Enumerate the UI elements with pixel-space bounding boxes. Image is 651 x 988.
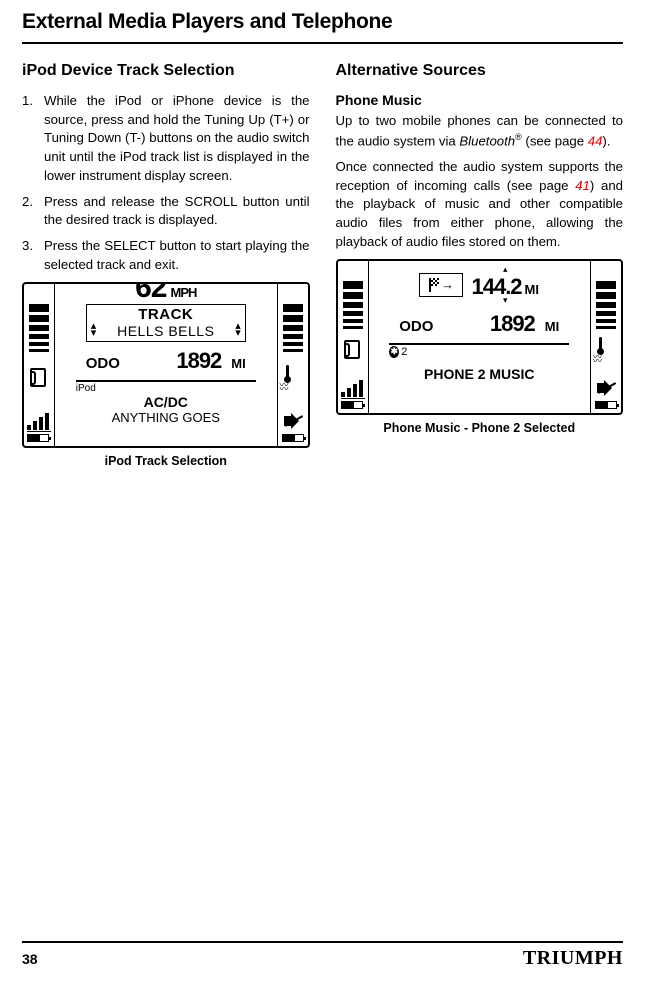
bluetooth-icon: ✱ [389, 346, 399, 358]
divider-2 [389, 343, 569, 345]
phone-source-label: PHONE 2 MUSIC [424, 366, 534, 382]
page-ref-41: 41 [575, 178, 590, 193]
temp-icon-2: 〰〰 [596, 343, 616, 361]
left-column: iPod Device Track Selection While the iP… [22, 62, 310, 468]
phone-music-heading: Phone Music [336, 92, 624, 108]
odo-row-2: ODO 1892 MI [399, 311, 559, 337]
odo-value: 1892 [176, 348, 221, 374]
page-ref-44: 44 [588, 133, 603, 148]
caret-down-icon: ▾ [503, 296, 508, 304]
track-label: TRACK [87, 306, 245, 323]
speed-value: 62 [135, 282, 166, 301]
source-label: iPod [76, 383, 256, 394]
step-1: While the iPod or iPhone device is the s… [22, 92, 310, 186]
track-name: HELLS BELLS [87, 323, 245, 339]
temp-icon: 〰〰 [283, 371, 303, 389]
fuel-icon [29, 372, 49, 390]
figure-ipod-track: 62 MPH ▴▾ ▴▾ TRACK HELLS BELLS ODO 1892 … [22, 282, 310, 468]
updown-left-icon: ▴▾ [91, 323, 97, 337]
registered-mark: ® [515, 132, 522, 142]
figure-caption-1: iPod Track Selection [22, 454, 310, 468]
figure-caption-2: Phone Music - Phone 2 Selected [336, 421, 624, 435]
destination-row: → ▴ 144.2 MI ▾ [419, 265, 539, 305]
odo-label: ODO [86, 355, 120, 372]
figure-phone-music: → ▴ 144.2 MI ▾ ODO 1892 [336, 259, 624, 435]
signal-icon-2 [341, 377, 365, 399]
title-rule [22, 42, 623, 44]
dest-flag-box: → [419, 273, 463, 297]
arrow-right-icon: → [441, 277, 454, 292]
left-edge-2 [338, 261, 368, 413]
page-footer: 38 TRIUMPH [22, 941, 623, 970]
distance-unit: MI [525, 284, 539, 296]
alt-sources-heading: Alternative Sources [336, 62, 624, 80]
right-column: Alternative Sources Phone Music Up to tw… [336, 62, 624, 468]
tach-left [29, 288, 49, 352]
divider [76, 380, 256, 382]
tach-left-2 [343, 265, 363, 329]
battery-icon-r [282, 434, 304, 442]
phone-music-p1: Up to two mobile phones can be connected… [336, 112, 624, 151]
odo-label-2: ODO [399, 318, 433, 335]
speed-unit: MPH [170, 287, 196, 299]
phone-music-p2: Once connected the audio system supports… [336, 158, 624, 252]
ipod-heading: iPod Device Track Selection [22, 62, 310, 80]
battery-icon-2r [595, 401, 617, 409]
center-display-2: → ▴ 144.2 MI ▾ ODO 1892 [368, 261, 592, 413]
odo-unit-2: MI [545, 319, 559, 334]
two-column-layout: iPod Device Track Selection While the iP… [22, 62, 623, 468]
odo-unit: MI [231, 356, 245, 371]
instrument-cluster-phone: → ▴ 144.2 MI ▾ ODO 1892 [336, 259, 624, 415]
triumph-logo: TRIUMPH [523, 947, 623, 970]
page-title: External Media Players and Telephone [22, 10, 623, 34]
bt-row: ✱ 2 [389, 346, 569, 358]
right-edge-2: 〰〰 [591, 261, 621, 413]
fuel-icon-2 [343, 344, 363, 362]
odo-row: ODO 1892 MI [86, 348, 246, 374]
updown-right-icon: ▴▾ [235, 323, 241, 337]
center-display: 62 MPH ▴▾ ▴▾ TRACK HELLS BELLS ODO 1892 … [54, 284, 278, 446]
mute-icon [282, 410, 304, 432]
album-name: ANYTHING GOES [112, 410, 220, 425]
odo-value-2: 1892 [490, 311, 535, 337]
step-2: Press and release the SCROLL button unti… [22, 193, 310, 230]
left-edge [24, 284, 54, 446]
instrument-cluster-ipod: 62 MPH ▴▾ ▴▾ TRACK HELLS BELLS ODO 1892 … [22, 282, 310, 448]
bluetooth-word: Bluetooth [459, 133, 515, 148]
caret-up-icon: ▴ [503, 265, 508, 273]
ipod-steps: While the iPod or iPhone device is the s… [22, 92, 310, 275]
page-number: 38 [22, 951, 38, 967]
tach-right [283, 288, 303, 352]
signal-icon [27, 410, 51, 432]
battery-icon [27, 434, 49, 442]
flag-icon [429, 278, 441, 292]
speed-readout: 62 MPH [135, 282, 196, 301]
battery-icon-2 [341, 401, 363, 409]
tach-right-2 [596, 265, 616, 329]
step-3: Press the SELECT button to start playing… [22, 237, 310, 274]
bt-phone-number: 2 [401, 346, 407, 358]
distance-value: 144.2 [471, 277, 521, 297]
track-box: ▴▾ ▴▾ TRACK HELLS BELLS [86, 304, 246, 342]
distance-col: ▴ 144.2 MI ▾ [471, 265, 539, 305]
right-edge: 〰〰 [278, 284, 308, 446]
artist-name: AC/DC [144, 394, 188, 410]
mute-icon-2 [595, 377, 617, 399]
